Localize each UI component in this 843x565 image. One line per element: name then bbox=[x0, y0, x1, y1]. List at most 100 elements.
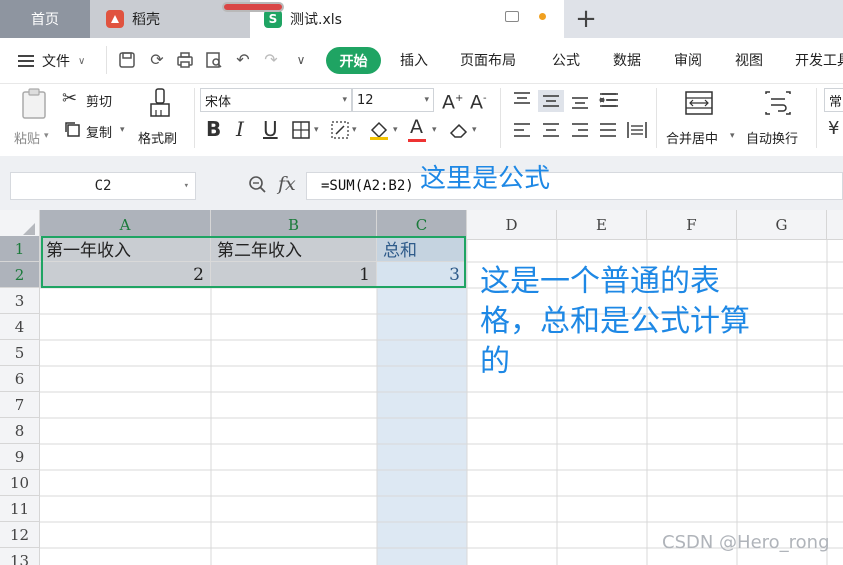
redo-icon[interactable]: ↷ bbox=[262, 51, 280, 69]
print-icon[interactable] bbox=[176, 51, 194, 69]
row-header-12[interactable]: 12 bbox=[0, 522, 40, 548]
justify-icon bbox=[600, 123, 616, 137]
column-header-h[interactable] bbox=[827, 210, 843, 240]
divider bbox=[106, 46, 107, 74]
number-format-value: 常 bbox=[829, 94, 843, 110]
tab-formulas[interactable]: 公式 bbox=[552, 50, 580, 70]
column-header-d[interactable]: D bbox=[467, 210, 557, 240]
increase-indent-button[interactable] bbox=[598, 90, 626, 112]
eraser-icon[interactable] bbox=[448, 121, 470, 139]
merge-center-button[interactable]: 合并居中 ▾ bbox=[662, 88, 738, 152]
merge-center-label: 合并居中 bbox=[666, 132, 719, 147]
italic-icon[interactable]: I bbox=[236, 118, 244, 140]
chevron-down-icon[interactable]: ▾ bbox=[432, 125, 437, 135]
paintbrush-icon bbox=[150, 88, 170, 117]
ribbon-toolbar: 粘贴 ▾ ✂ 剪切 复制 ▾ 格式刷 宋体 ▾ 12 ▾ A+ A- B I U bbox=[0, 84, 843, 156]
currency-icon[interactable]: ¥ bbox=[828, 118, 839, 140]
chevron-down-icon: ▾ bbox=[342, 95, 347, 105]
row-header-2[interactable]: 2 bbox=[0, 262, 40, 288]
font-size-value: 12 bbox=[357, 92, 374, 108]
row-header-4[interactable]: 4 bbox=[0, 314, 40, 340]
distributed-icon bbox=[627, 122, 647, 138]
column-header-e[interactable]: E bbox=[557, 210, 647, 240]
row-header-8[interactable]: 8 bbox=[0, 418, 40, 444]
new-tab-button[interactable]: + bbox=[564, 0, 608, 38]
export-icon[interactable]: ⟳ bbox=[148, 51, 166, 69]
zoom-icon[interactable] bbox=[248, 175, 268, 195]
tab-home[interactable]: 首页 bbox=[0, 0, 90, 38]
cell-style-icon[interactable] bbox=[330, 120, 350, 140]
column-header-f[interactable]: F bbox=[647, 210, 737, 240]
paste-button[interactable]: 粘贴 ▾ bbox=[14, 88, 54, 152]
chevron-down-icon: ▾ bbox=[44, 131, 49, 141]
cell-c2[interactable]: 3 bbox=[377, 262, 467, 288]
daoke-logo-icon bbox=[106, 10, 124, 28]
tab-review[interactable]: 审阅 bbox=[674, 50, 702, 70]
row-header-7[interactable]: 7 bbox=[0, 392, 40, 418]
font-color-icon[interactable]: A bbox=[410, 116, 423, 138]
number-format-select[interactable]: 常 bbox=[824, 88, 843, 112]
tab-home-label: 首页 bbox=[31, 12, 59, 28]
fill-color-icon[interactable] bbox=[368, 120, 390, 140]
formula-input[interactable]: =SUM(A2:B2) bbox=[306, 172, 843, 200]
cell-a1[interactable]: 第一年收入 bbox=[40, 236, 211, 262]
column-header-g[interactable]: G bbox=[737, 210, 827, 240]
divider bbox=[816, 88, 817, 148]
merge-cells-icon bbox=[685, 91, 713, 115]
row-header-10[interactable]: 10 bbox=[0, 470, 40, 496]
wrap-text-icon bbox=[765, 91, 791, 115]
recording-indicator bbox=[222, 2, 284, 12]
cell-b2[interactable]: 1 bbox=[211, 262, 377, 288]
align-top-icon bbox=[514, 92, 530, 104]
chevron-down-icon[interactable]: ▾ bbox=[352, 125, 357, 135]
format-painter-button[interactable]: 格式刷 bbox=[136, 88, 186, 152]
cell-a2[interactable]: 2 bbox=[40, 262, 211, 288]
chevron-down-icon: ∨ bbox=[78, 55, 86, 67]
unsaved-dot-icon bbox=[539, 13, 546, 20]
align-right-icon bbox=[572, 123, 588, 137]
tab-document[interactable]: S 测试.xls bbox=[250, 0, 564, 38]
file-menu[interactable]: 文件 ∨ bbox=[18, 51, 85, 71]
cell-c1[interactable]: 总和 bbox=[377, 236, 467, 262]
decrease-font-icon[interactable]: A- bbox=[470, 88, 487, 113]
tab-start[interactable]: 开始 bbox=[326, 47, 381, 74]
row-header-11[interactable]: 11 bbox=[0, 496, 40, 522]
chevron-down-icon[interactable]: ▾ bbox=[472, 125, 477, 135]
tab-insert[interactable]: 插入 bbox=[400, 50, 428, 70]
font-name-select[interactable]: 宋体 ▾ bbox=[200, 88, 352, 112]
undo-icon[interactable]: ↶ bbox=[234, 51, 252, 69]
font-size-select[interactable]: 12 ▾ bbox=[352, 88, 434, 112]
customize-toolbar-icon[interactable]: ∨ bbox=[292, 51, 310, 69]
save-icon[interactable] bbox=[118, 51, 136, 69]
chevron-down-icon: ▾ bbox=[183, 181, 189, 191]
row-header-13[interactable]: 13 bbox=[0, 548, 40, 565]
print-preview-icon[interactable] bbox=[205, 51, 223, 69]
horizontal-align-group bbox=[514, 122, 647, 138]
tab-view[interactable]: 视图 bbox=[735, 50, 763, 70]
chevron-down-icon[interactable]: ▾ bbox=[393, 125, 398, 135]
row-header-1[interactable]: 1 bbox=[0, 236, 40, 262]
format-painter-label: 格式刷 bbox=[138, 132, 178, 147]
cell-b1[interactable]: 第二年收入 bbox=[211, 236, 377, 262]
fx-icon[interactable]: fx bbox=[278, 173, 296, 195]
tab-developer[interactable]: 开发工具 bbox=[795, 50, 843, 70]
row-header-9[interactable]: 9 bbox=[0, 444, 40, 470]
name-box-value: C2 bbox=[94, 178, 112, 194]
underline-icon[interactable]: U bbox=[263, 118, 278, 140]
increase-font-icon[interactable]: A+ bbox=[442, 88, 463, 113]
divider bbox=[500, 88, 501, 148]
tab-data[interactable]: 数据 bbox=[613, 50, 641, 70]
row-header-5[interactable]: 5 bbox=[0, 340, 40, 366]
tab-page-layout[interactable]: 页面布局 bbox=[460, 50, 516, 70]
font-name-value: 宋体 bbox=[205, 94, 232, 110]
bold-icon[interactable]: B bbox=[206, 118, 221, 140]
row-header-3[interactable]: 3 bbox=[0, 288, 40, 314]
row-header-6[interactable]: 6 bbox=[0, 366, 40, 392]
increase-indent-icon bbox=[599, 93, 616, 107]
window-mode-icon[interactable] bbox=[505, 11, 519, 22]
borders-icon[interactable] bbox=[291, 120, 311, 140]
wrap-text-button[interactable]: 自动换行 bbox=[744, 88, 812, 152]
chevron-down-icon[interactable]: ▾ bbox=[314, 125, 319, 135]
name-box[interactable]: C2 ▾ bbox=[10, 172, 196, 200]
align-center-icon bbox=[543, 123, 559, 137]
